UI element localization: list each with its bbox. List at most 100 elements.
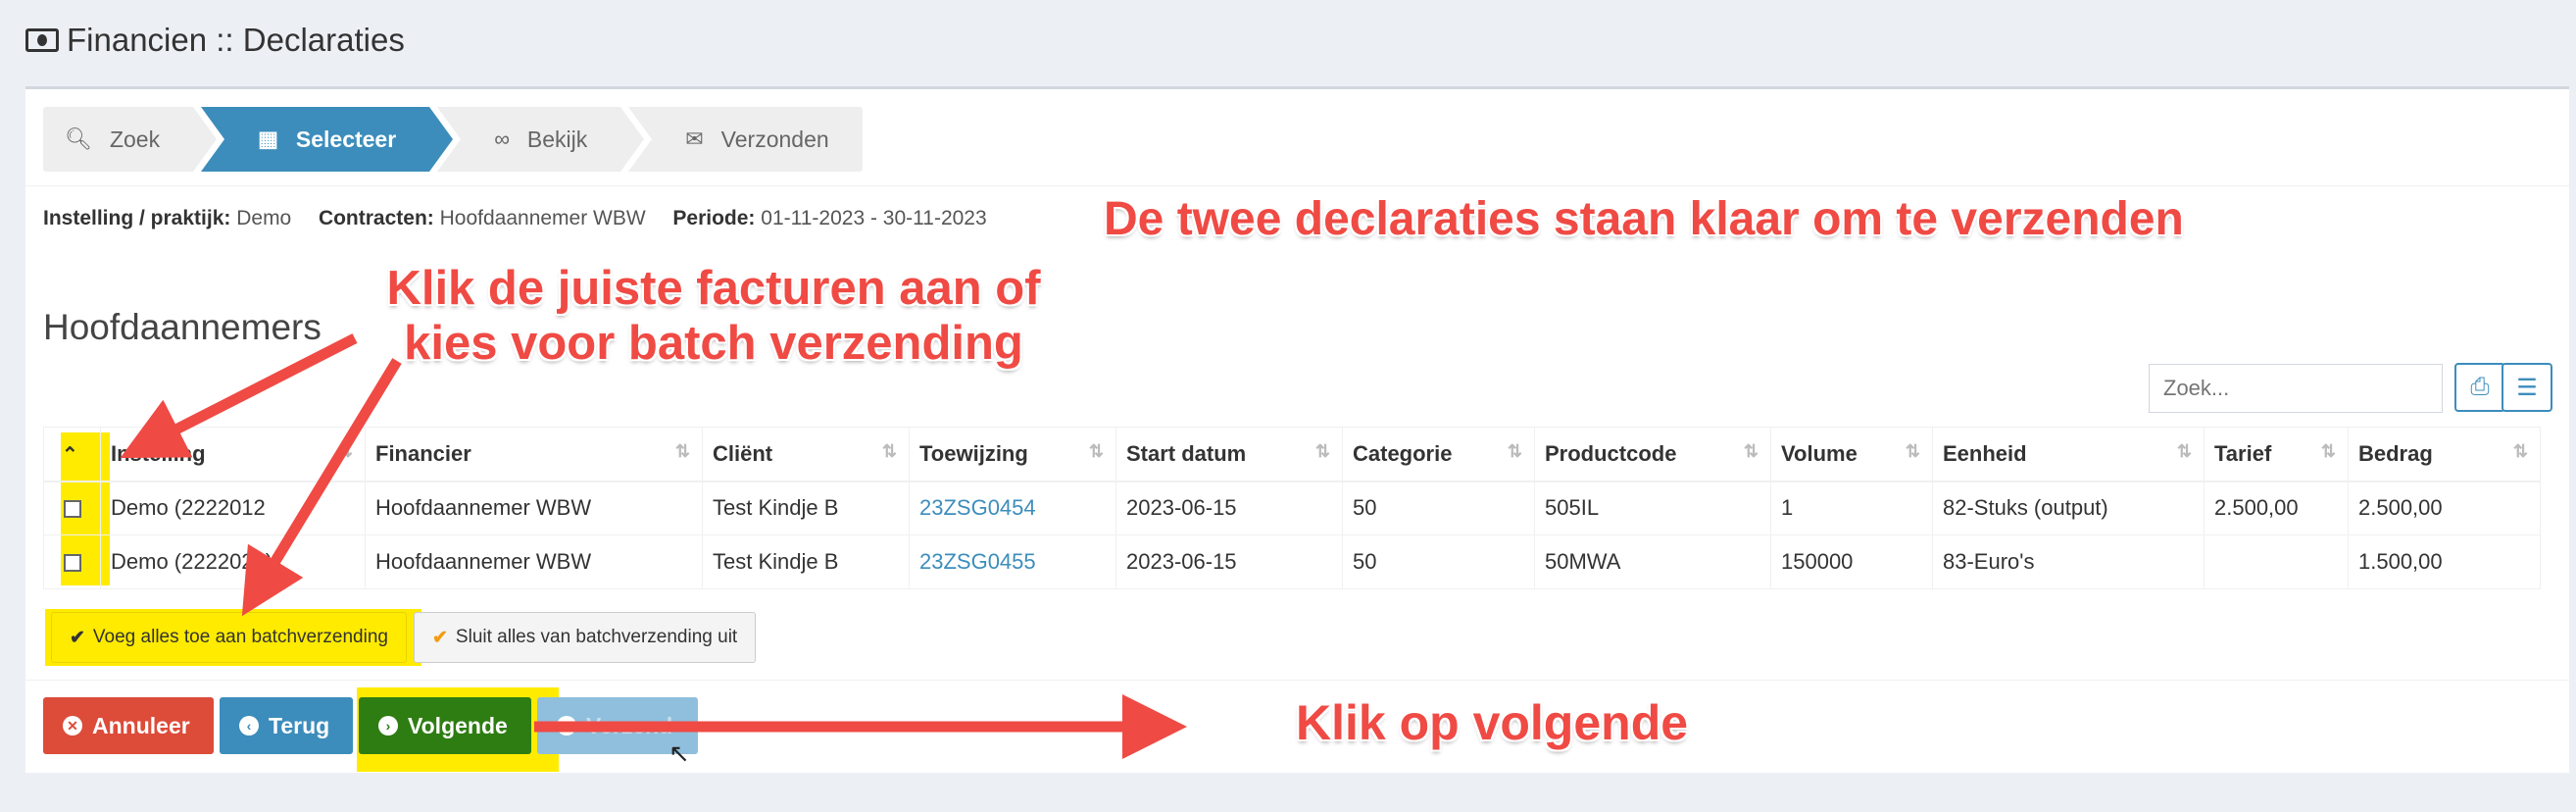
col-volume[interactable]: Volume ⇅ xyxy=(1770,427,1933,482)
section-title: Hoofdaannemers xyxy=(43,307,322,347)
annotation-ready: De twee declaraties staan klaar om te ve… xyxy=(1104,193,2184,245)
col-label: Financier xyxy=(375,440,471,466)
instelling-label: Instelling / praktijk: xyxy=(43,207,231,229)
cell-productcode: 50MWA xyxy=(1534,534,1771,589)
annotation-select-line2: kies voor batch verzending xyxy=(404,317,1023,370)
row-checkbox-cell xyxy=(43,481,101,535)
col-label: Categorie xyxy=(1353,440,1453,466)
sort-icon: ⇅ xyxy=(1743,440,1759,461)
col-label: Bedrag xyxy=(2358,440,2433,466)
periode-value: 01-11-2023 - 30-11-2023 xyxy=(761,207,987,229)
row-checkbox-cell xyxy=(43,534,101,589)
divider xyxy=(25,680,2569,681)
cell-toewijzing: 23ZSG0455 xyxy=(909,534,1116,589)
sort-icon: ⇅ xyxy=(1905,440,1920,461)
step-verzonden[interactable]: ✉ Verzonden xyxy=(628,107,863,172)
table-row: Demo (2222012 Hoofdaannemer WBW Test Kin… xyxy=(43,481,2541,535)
print-icon: ⎙ xyxy=(2470,374,2490,400)
step-bekijk-label: Bekijk xyxy=(526,126,588,152)
col-client[interactable]: Cliënt ⇅ xyxy=(702,427,910,482)
col-start-datum[interactable]: Start datum ⇅ xyxy=(1115,427,1343,482)
cell-tarief xyxy=(2204,534,2349,589)
select-all-header[interactable]: ⌃ xyxy=(43,427,101,482)
cell-start-datum: 2023-06-15 xyxy=(1115,481,1343,535)
col-productcode[interactable]: Productcode ⇅ xyxy=(1534,427,1771,482)
send-circle-icon: › xyxy=(557,716,576,736)
chevron-up-icon: ⌃ xyxy=(62,443,78,466)
cell-eenheid: 82-Stuks (output) xyxy=(1932,481,2204,535)
toewijzing-link[interactable]: 23ZSG0454 xyxy=(919,495,1036,520)
col-label: Toewijzing xyxy=(919,440,1028,466)
table-row: Demo (2222023) Hoofdaannemer WBW Test Ki… xyxy=(43,534,2541,589)
col-categorie[interactable]: Categorie ⇅ xyxy=(1342,427,1535,482)
sort-icon: ⇅ xyxy=(674,440,690,461)
sort-icon: ⇅ xyxy=(1088,440,1104,461)
contracten-value: Hoofdaannemer WBW xyxy=(439,207,646,229)
step-bekijk[interactable]: ∞ Bekijk xyxy=(437,107,645,172)
filter-summary: Instelling / praktijk: Demo Contracten: … xyxy=(43,207,987,230)
step-zoek-label: Zoek xyxy=(109,126,161,152)
sort-icon: ⇅ xyxy=(1507,440,1522,461)
sort-icon: ⇅ xyxy=(2512,440,2528,461)
annotation-select-line1: Klik de juiste facturen aan of xyxy=(386,262,1041,315)
mouse-cursor-icon: ↖ xyxy=(669,738,690,768)
send-label: Verzend xyxy=(586,712,673,738)
col-instelling[interactable]: Instelling ⇅ xyxy=(100,427,366,482)
sort-icon: ⇅ xyxy=(881,440,897,461)
next-button[interactable]: › Volgende xyxy=(359,697,531,754)
cell-bedrag: 1.500,00 xyxy=(2348,534,2541,589)
instelling-value: Demo xyxy=(236,207,292,229)
add-all-label: Voeg alles toe aan batchverzending xyxy=(92,627,388,647)
declarations-table: ⌃ Instelling ⇅ Financier ⇅ Cliënt ⇅ Toewijz… xyxy=(43,427,2541,589)
cell-tarief: 2.500,00 xyxy=(2204,481,2349,535)
main-panel: 🔍︎ Zoek ▦ Selecteer ∞ Bekijk ✉ Verzonden… xyxy=(25,86,2569,773)
periode-label: Periode: xyxy=(672,207,756,229)
cell-categorie: 50 xyxy=(1342,481,1535,535)
col-financier[interactable]: Financier ⇅ xyxy=(365,427,703,482)
step-selecteer[interactable]: ▦ Selecteer xyxy=(201,107,454,172)
cell-bedrag: 2.500,00 xyxy=(2348,481,2541,535)
cell-eenheid: 83-Euro's xyxy=(1932,534,2204,589)
envelope-icon: ✉ xyxy=(685,127,704,151)
exclude-all-batch-button[interactable]: ✔ Sluit alles van batchverzending uit xyxy=(414,612,757,663)
sort-icon: ⇅ xyxy=(2176,440,2192,461)
wizard-steps: 🔍︎ Zoek ▦ Selecteer ∞ Bekijk ✉ Verzonden xyxy=(43,107,870,172)
col-bedrag[interactable]: Bedrag ⇅ xyxy=(2348,427,2541,482)
cancel-button[interactable]: ✕ Annuleer xyxy=(43,697,214,754)
page-title: Financien :: Declaraties xyxy=(25,22,405,59)
check-icon: ✔ xyxy=(432,627,448,648)
col-toewijzing[interactable]: Toewijzing ⇅ xyxy=(909,427,1116,482)
col-label: Eenheid xyxy=(1943,440,2027,466)
add-all-batch-button[interactable]: ✔ Voeg alles toe aan batchverzending xyxy=(51,612,407,663)
sort-icon: ⇅ xyxy=(337,440,353,461)
sort-icon: ⇅ xyxy=(2320,440,2336,461)
cell-productcode: 505IL xyxy=(1534,481,1771,535)
back-button[interactable]: ‹ Terug xyxy=(220,697,353,754)
page-title-text: Financien :: Declaraties xyxy=(67,22,405,58)
annotation-next: Klik op volgende xyxy=(1296,695,1689,750)
row-checkbox[interactable] xyxy=(63,500,81,519)
col-eenheid[interactable]: Eenheid ⇅ xyxy=(1932,427,2204,482)
annotation-select: Klik de juiste facturen aan of kies voor… xyxy=(380,261,1047,371)
step-zoek[interactable]: 🔍︎ Zoek xyxy=(43,107,218,172)
check-icon: ✔ xyxy=(70,627,85,648)
cell-client: Test Kindje B xyxy=(702,534,910,589)
cell-volume: 1 xyxy=(1770,481,1933,535)
exclude-all-label: Sluit alles van batchverzending uit xyxy=(455,627,738,647)
row-checkbox[interactable] xyxy=(63,554,81,573)
col-label: Instelling xyxy=(111,440,206,466)
toewijzing-link[interactable]: 23ZSG0455 xyxy=(919,549,1036,574)
step-selecteer-label: Selecteer xyxy=(295,126,397,152)
search-input[interactable] xyxy=(2149,364,2443,413)
col-label: Productcode xyxy=(1545,440,1677,466)
col-tarief[interactable]: Tarief ⇅ xyxy=(2204,427,2349,482)
table-header-row: ⌃ Instelling ⇅ Financier ⇅ Cliënt ⇅ Toewijz… xyxy=(43,427,2541,482)
columns-button[interactable]: ☰ xyxy=(2502,363,2552,412)
cell-financier: Hoofdaannemer WBW xyxy=(365,534,703,589)
next-label: Volgende xyxy=(408,712,508,738)
money-icon xyxy=(25,28,59,52)
print-button[interactable]: ⎙ xyxy=(2454,363,2505,412)
arrow-left-circle-icon: ‹ xyxy=(239,716,259,736)
link-icon: ∞ xyxy=(494,127,510,151)
sort-icon: ⇅ xyxy=(1314,440,1330,461)
